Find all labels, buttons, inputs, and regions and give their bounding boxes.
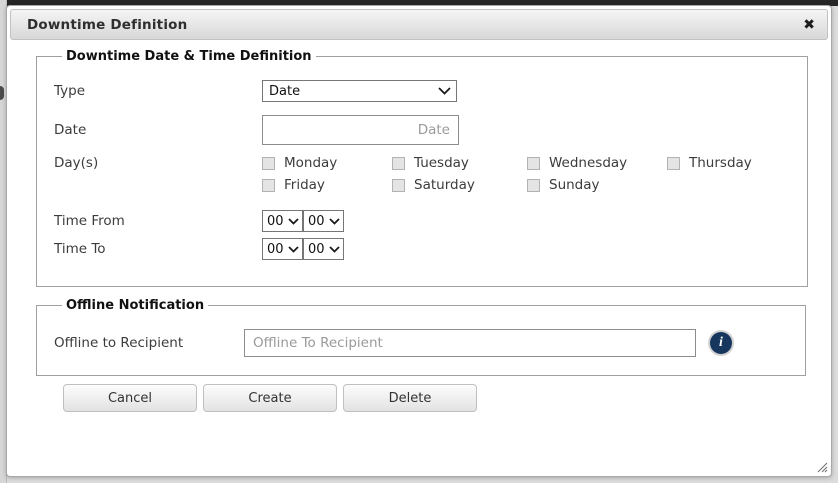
days-label: Day(s)	[54, 155, 262, 171]
time-from-label: Time From	[54, 213, 262, 229]
recipient-label: Offline to Recipient	[54, 335, 244, 351]
day-option-tuesday: Tuesday	[392, 155, 527, 171]
offline-notification-fieldset: Offline Notification Offline to Recipien…	[36, 298, 806, 376]
date-input[interactable]	[262, 115, 459, 145]
day-label-wednesday: Wednesday	[549, 155, 627, 171]
chevron-down-icon	[288, 246, 299, 253]
checkbox-sunday[interactable]	[527, 179, 540, 192]
day-option-saturday: Saturday	[392, 177, 527, 193]
chevron-down-icon	[329, 246, 340, 253]
days-grid-row-1: Monday Tuesday Wednesday Thursday	[262, 155, 807, 171]
day-option-sunday: Sunday	[527, 177, 667, 193]
type-row: Type Date	[54, 80, 807, 102]
close-icon[interactable]: ✖	[803, 18, 815, 32]
time-from-row: Time From 00 00	[54, 210, 807, 232]
time-to-row: Time To 00 00	[54, 238, 807, 260]
checkbox-friday[interactable]	[262, 179, 275, 192]
checkbox-wednesday[interactable]	[527, 157, 540, 170]
datetime-definition-legend: Downtime Date & Time Definition	[62, 49, 316, 64]
type-select[interactable]: Date	[262, 80, 457, 102]
day-label-monday: Monday	[284, 155, 337, 171]
offline-notification-legend: Offline Notification	[62, 298, 208, 313]
checkbox-thursday[interactable]	[667, 157, 680, 170]
days-grid-row-2: Friday Saturday Sunday	[262, 177, 667, 193]
time-to-minute-value: 00	[308, 242, 325, 257]
chevron-down-icon	[329, 218, 340, 225]
days-row: Day(s) Monday Tuesday Wednesday	[54, 155, 807, 171]
time-to-minute-select[interactable]: 00	[303, 238, 344, 260]
day-label-tuesday: Tuesday	[414, 155, 469, 171]
day-label-saturday: Saturday	[414, 177, 475, 193]
day-option-wednesday: Wednesday	[527, 155, 667, 171]
time-to-pair: 00 00	[262, 238, 344, 260]
date-row: Date	[54, 115, 807, 145]
date-label: Date	[54, 122, 262, 138]
day-label-thursday: Thursday	[689, 155, 752, 171]
type-select-value: Date	[269, 84, 300, 99]
dialog-titlebar[interactable]: Downtime Definition ✖	[10, 9, 828, 40]
day-option-friday: Friday	[262, 177, 392, 193]
downtime-definition-dialog: Downtime Definition ✖ Downtime Date & Ti…	[6, 5, 832, 477]
day-label-sunday: Sunday	[549, 177, 600, 193]
recipient-row: Offline to Recipient i	[54, 329, 805, 357]
checkbox-tuesday[interactable]	[392, 157, 405, 170]
dialog-title: Downtime Definition	[27, 17, 187, 33]
create-button[interactable]: Create	[203, 384, 337, 412]
chevron-down-icon	[288, 218, 299, 225]
page-background-mark	[0, 86, 4, 100]
day-option-monday: Monday	[262, 155, 392, 171]
dialog-button-row: Cancel Create Delete	[36, 376, 808, 412]
resize-handle[interactable]	[814, 459, 828, 473]
delete-button[interactable]: Delete	[343, 384, 477, 412]
time-to-hour-value: 00	[267, 242, 284, 257]
day-option-thursday: Thursday	[667, 155, 807, 171]
days-row-2: Friday Saturday Sunday	[54, 177, 807, 193]
time-from-minute-select[interactable]: 00	[303, 210, 344, 232]
dialog-content: Downtime Date & Time Definition Type Dat…	[10, 40, 828, 412]
time-from-hour-select[interactable]: 00	[262, 210, 303, 232]
chevron-down-icon	[438, 87, 451, 95]
info-icon[interactable]: i	[710, 332, 732, 354]
day-label-friday: Friday	[284, 177, 325, 193]
time-from-hour-value: 00	[267, 214, 284, 229]
checkbox-monday[interactable]	[262, 157, 275, 170]
type-label: Type	[54, 83, 262, 99]
cancel-button[interactable]: Cancel	[63, 384, 197, 412]
offline-recipient-input[interactable]	[244, 329, 696, 357]
time-from-minute-value: 00	[308, 214, 325, 229]
checkbox-saturday[interactable]	[392, 179, 405, 192]
time-to-label: Time To	[54, 241, 262, 257]
time-to-hour-select[interactable]: 00	[262, 238, 303, 260]
time-from-pair: 00 00	[262, 210, 344, 232]
datetime-definition-fieldset: Downtime Date & Time Definition Type Dat…	[36, 49, 808, 287]
